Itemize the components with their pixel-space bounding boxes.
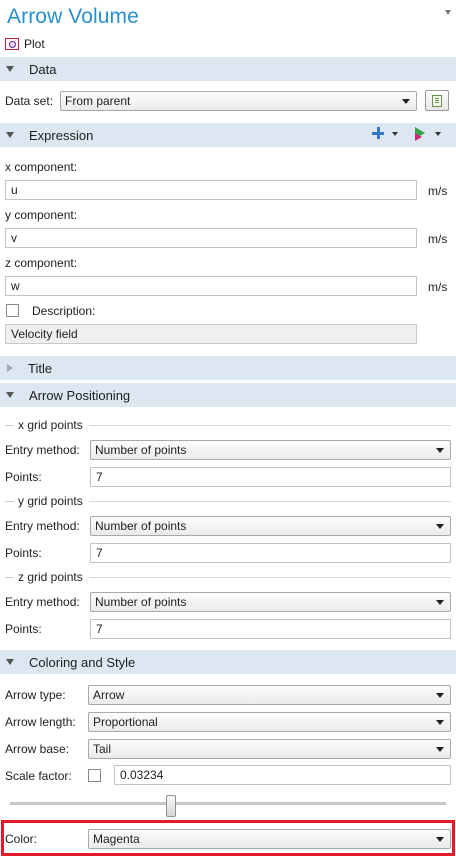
- plot-icon: [5, 38, 19, 50]
- y-grid-group-heading: y grid points: [5, 494, 83, 508]
- section-arrow-positioning-header[interactable]: Arrow Positioning: [0, 383, 456, 407]
- section-title-header[interactable]: Title: [0, 356, 456, 380]
- description-input[interactable]: Velocity field: [5, 324, 417, 344]
- section-data-header[interactable]: Data: [0, 57, 456, 81]
- arrow-length-select[interactable]: Proportional: [88, 712, 451, 732]
- arrow-base-label: Arrow base:: [5, 742, 70, 756]
- dataset-label: Data set:: [5, 94, 54, 108]
- z-points-label: Points:: [5, 622, 42, 636]
- y-points-input[interactable]: 7: [90, 543, 451, 563]
- section-data-label: Data: [29, 61, 57, 77]
- x-points-label: Points:: [5, 470, 42, 484]
- section-title-label: Title: [28, 360, 53, 376]
- section-expression-header[interactable]: Expression: [0, 123, 456, 147]
- scale-factor-label: Scale factor:: [5, 769, 72, 783]
- group-divider: [89, 425, 451, 426]
- arrow-length-value: Proportional: [93, 715, 158, 729]
- arrow-length-label: Arrow length:: [5, 715, 76, 729]
- collapse-triangle-icon: [6, 132, 14, 138]
- flag-icon[interactable]: [415, 127, 425, 141]
- x-entry-method-value: Number of points: [95, 443, 187, 457]
- y-points-label: Points:: [5, 546, 42, 560]
- description-checkbox[interactable]: [6, 304, 19, 317]
- z-points-input[interactable]: 7: [90, 619, 451, 639]
- flag-dropdown-icon[interactable]: [435, 132, 441, 136]
- z-entry-method-label: Entry method:: [5, 595, 80, 609]
- x-entry-method-select[interactable]: Number of points: [90, 440, 451, 460]
- plus-icon[interactable]: [372, 127, 384, 139]
- dropdown-arrow-icon: [436, 448, 444, 453]
- y-entry-method-value: Number of points: [95, 519, 187, 533]
- arrow-base-value: Tail: [93, 742, 112, 756]
- section-coloring-label: Coloring and Style: [29, 654, 136, 670]
- dropdown-arrow-icon: [436, 720, 444, 725]
- x-component-input[interactable]: u: [5, 180, 417, 200]
- expand-triangle-icon: [7, 364, 13, 372]
- section-coloring-header[interactable]: Coloring and Style: [0, 650, 456, 674]
- scale-slider-thumb[interactable]: [166, 795, 177, 817]
- scale-slider-track[interactable]: [10, 802, 446, 805]
- collapse-triangle-icon: [6, 659, 14, 665]
- x-grid-group-heading: x grid points: [5, 418, 83, 432]
- dataset-select[interactable]: From parent: [60, 91, 417, 111]
- scale-factor-input[interactable]: 0.03234: [114, 765, 451, 785]
- y-entry-method-label: Entry method:: [5, 519, 80, 533]
- collapse-triangle-icon: [6, 66, 14, 72]
- x-points-input[interactable]: 7: [90, 467, 451, 487]
- z-grid-group-heading: z grid points: [5, 570, 83, 584]
- x-unit-label: m/s: [428, 184, 448, 198]
- plot-label: Plot: [24, 37, 45, 51]
- color-row-highlight: [1, 820, 455, 856]
- scale-factor-checkbox[interactable]: [88, 769, 101, 782]
- arrow-type-label: Arrow type:: [5, 688, 66, 702]
- dropdown-arrow-icon: [436, 747, 444, 752]
- x-component-label: x component:: [5, 160, 78, 174]
- arrow-base-select[interactable]: Tail: [88, 739, 451, 759]
- dropdown-arrow-icon: [436, 693, 444, 698]
- dropdown-arrow-icon: [436, 600, 444, 605]
- dataset-select-icon: [432, 94, 442, 107]
- z-entry-method-select[interactable]: Number of points: [90, 592, 451, 612]
- dataset-select-value: From parent: [65, 94, 131, 108]
- x-entry-method-label: Entry method:: [5, 443, 80, 457]
- title-menu-chevron-icon[interactable]: [445, 10, 451, 15]
- y-component-label: y component:: [5, 208, 78, 222]
- z-entry-method-value: Number of points: [95, 595, 187, 609]
- y-entry-method-select[interactable]: Number of points: [90, 516, 451, 536]
- dropdown-arrow-icon: [436, 524, 444, 529]
- section-expression-label: Expression: [29, 127, 94, 143]
- plot-button[interactable]: Plot: [5, 36, 45, 52]
- collapse-triangle-icon: [6, 392, 14, 398]
- y-unit-label: m/s: [428, 232, 448, 246]
- plus-dropdown-icon[interactable]: [392, 132, 398, 136]
- z-component-label: z component:: [5, 256, 78, 270]
- arrow-type-select[interactable]: Arrow: [88, 685, 451, 705]
- description-label: Description:: [32, 304, 96, 318]
- section-arrow-positioning-label: Arrow Positioning: [29, 387, 131, 403]
- y-component-input[interactable]: v: [5, 228, 417, 248]
- arrow-type-value: Arrow: [93, 688, 125, 702]
- group-divider: [89, 501, 451, 502]
- z-component-input[interactable]: w: [5, 276, 417, 296]
- dropdown-arrow-icon: [402, 99, 410, 104]
- dataset-select-button[interactable]: [425, 90, 449, 111]
- group-divider: [89, 577, 451, 578]
- page-title: Arrow Volume: [7, 5, 139, 28]
- z-unit-label: m/s: [428, 280, 448, 294]
